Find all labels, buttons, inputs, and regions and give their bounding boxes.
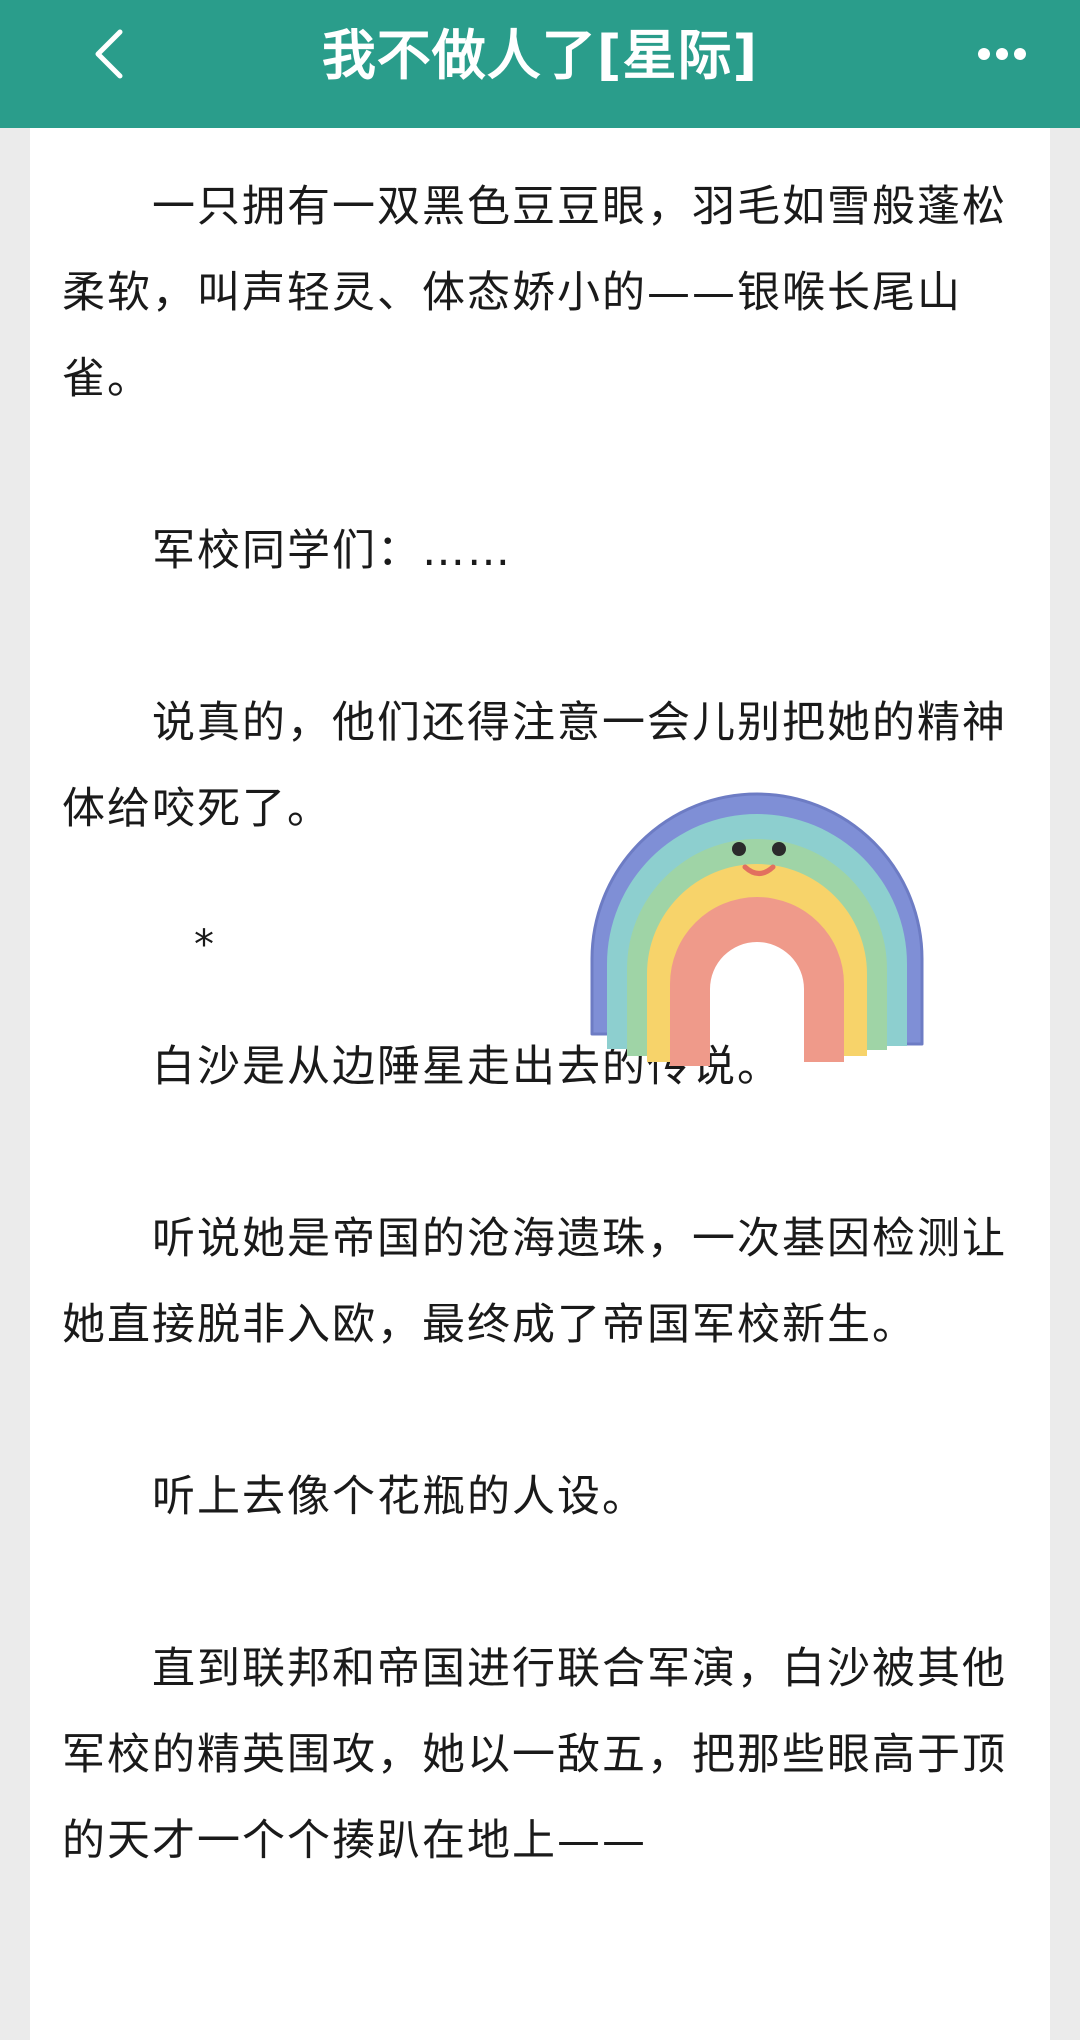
top-app-bar: 我不做人了[星际]: [0, 0, 1080, 128]
back-button[interactable]: [70, 14, 150, 94]
more-dots-icon: [978, 48, 1026, 60]
more-options-button[interactable]: [962, 22, 1042, 86]
rainbow-sticker-icon: [590, 792, 924, 1066]
page-title: 我不做人了[星际]: [321, 24, 759, 87]
reading-page: 一只拥有一双黑色豆豆眼，羽毛如雪般蓬松柔软，叫声轻灵、体态娇小的——银喉长尾山雀…: [30, 128, 1050, 2040]
paragraph: 一只拥有一双黑色豆豆眼，羽毛如雪般蓬松柔软，叫声轻灵、体态娇小的——银喉长尾山雀…: [62, 182, 1007, 404]
paragraph: 军校同学们：……: [152, 526, 512, 576]
paragraph: 直到联邦和帝国进行联合军演，白沙被其他军校的精英围攻，她以一敌五，把那些眼高于顶…: [62, 1644, 1007, 1866]
chevron-left-icon: [95, 29, 123, 79]
paragraph: 听说她是帝国的沧海遗珠，一次基因检测让她直接脱非入欧，最终成了帝国军校新生。: [62, 1214, 1007, 1350]
paragraph: 听上去像个花瓶的人设。: [152, 1472, 647, 1522]
section-break-star: *: [194, 922, 214, 968]
